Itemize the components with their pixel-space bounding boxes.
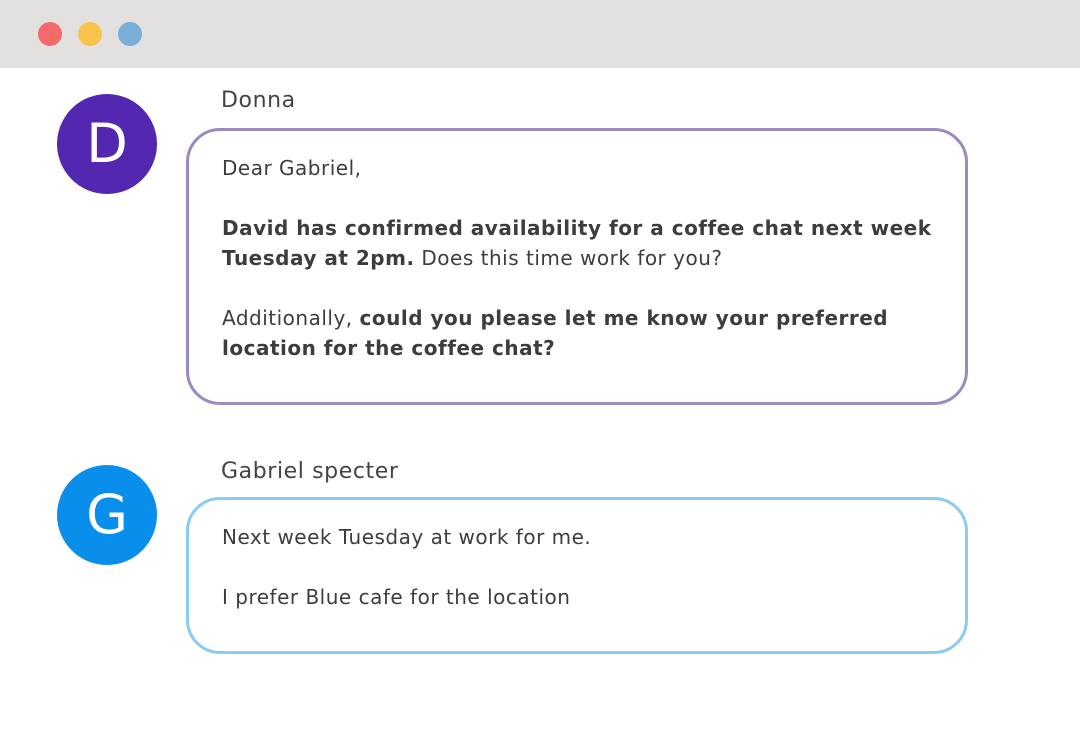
message-bubble: Dear Gabriel, David has confirmed availa… (186, 128, 968, 405)
message-paragraph: David has confirmed availability for a c… (222, 213, 932, 273)
close-window-button[interactable] (38, 22, 62, 46)
message-paragraph: Additionally, could you please let me kn… (222, 303, 932, 363)
sender-name: Donna (221, 88, 296, 113)
message-paragraph: I prefer Blue cafe for the location (222, 582, 932, 612)
message-text: Additionally, (222, 306, 360, 330)
message-paragraph: Next week Tuesday at work for me. (222, 522, 932, 552)
message-paragraph: Dear Gabriel, (222, 153, 932, 183)
message-text: Next week Tuesday at work for me. (222, 525, 592, 549)
message-text: Does this time work for you? (414, 246, 723, 270)
message-text: I prefer Blue cafe for the location (222, 585, 571, 609)
avatar: D (57, 94, 157, 194)
sender-name: Gabriel specter (221, 459, 399, 484)
minimize-window-button[interactable] (78, 22, 102, 46)
message-text: Dear Gabriel, (222, 156, 362, 180)
avatar: G (57, 465, 157, 565)
message-bubble: Next week Tuesday at work for me. I pref… (186, 497, 968, 654)
maximize-window-button[interactable] (118, 22, 142, 46)
window-titlebar (0, 0, 1080, 68)
